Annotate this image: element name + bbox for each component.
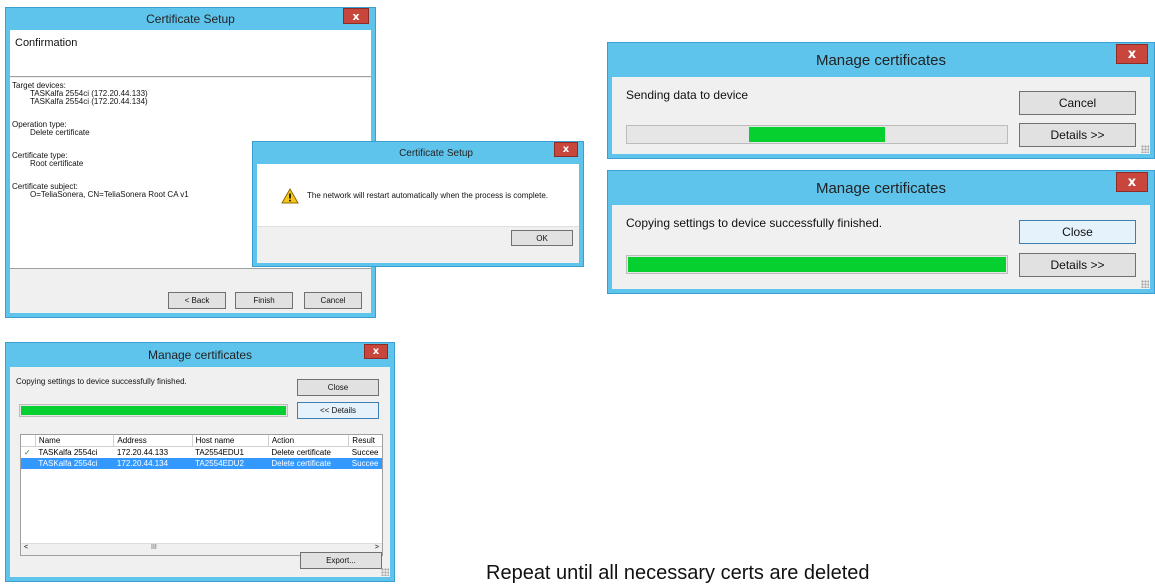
close-button-label: Close xyxy=(327,383,349,392)
cell-name: TASKalfa 2554ci xyxy=(35,458,114,469)
done-client: Copying settings to device successfully … xyxy=(612,205,1150,289)
alert-dialog: Certificate Setup x The network will res… xyxy=(252,141,584,267)
title-bar[interactable]: Certificate Setup xyxy=(6,8,375,30)
resize-grip-icon[interactable] xyxy=(381,568,389,576)
column-header-name[interactable]: Name xyxy=(35,435,115,447)
cell-host: TA2554EDU2 xyxy=(192,458,269,469)
close-icon: x xyxy=(1127,46,1137,62)
status-text: Sending data to device xyxy=(626,88,749,102)
results-list[interactable]: Name Address Host name Action Result ✓ T… xyxy=(20,434,383,556)
column-header-action[interactable]: Action xyxy=(268,435,350,447)
header-panel: Confirmation xyxy=(10,30,371,77)
check-icon xyxy=(21,458,36,469)
progress-bar-fill xyxy=(748,127,886,142)
details-button[interactable]: Details >> xyxy=(1019,253,1136,277)
details-button-label: Details >> xyxy=(1050,128,1105,142)
close-dialog-button[interactable]: Close xyxy=(1019,220,1136,244)
progress-bar xyxy=(19,404,288,417)
operation-type-value: Delete certificate xyxy=(30,128,90,137)
close-button[interactable]: x xyxy=(364,344,388,359)
manage-certificates-done-window: Manage certificates x Copying settings t… xyxy=(607,170,1155,294)
progress-bar xyxy=(626,125,1008,144)
cancel-button[interactable]: Cancel xyxy=(304,292,362,309)
table-row[interactable]: TASKalfa 2554ci 172.20.44.134 TA2554EDU2… xyxy=(21,458,382,469)
table-row[interactable]: ✓ TASKalfa 2554ci 172.20.44.133 TA2554ED… xyxy=(21,447,382,459)
results-table: Name Address Host name Action Result ✓ T… xyxy=(21,435,382,469)
close-button[interactable]: x xyxy=(343,8,369,24)
cell-name: TASKalfa 2554ci xyxy=(38,448,98,457)
instruction-caption: Repeat until all necessary certs are del… xyxy=(486,562,870,584)
resize-grip-icon[interactable] xyxy=(1141,280,1149,288)
manage-certificates-sending-window: Manage certificates x Sending data to de… xyxy=(607,42,1155,159)
window-title: Certificate Setup xyxy=(399,147,473,159)
ok-button-label: OK xyxy=(536,233,548,243)
progress-bar-fill xyxy=(628,257,1006,272)
cell-result: Succee xyxy=(351,448,379,457)
close-button[interactable]: x xyxy=(554,142,578,157)
close-icon: x xyxy=(562,144,570,155)
cell-address: 172.20.44.133 xyxy=(116,448,169,457)
alert-client: The network will restart automatically w… xyxy=(257,164,579,263)
details-toggle-button[interactable]: << Details xyxy=(297,402,379,419)
scroll-left-icon[interactable]: < xyxy=(24,544,28,551)
details-button-label: Details >> xyxy=(1050,258,1105,272)
window-title: Manage certificates xyxy=(815,51,947,69)
window-title: Manage certificates xyxy=(815,179,947,197)
scroll-right-icon[interactable]: > xyxy=(375,544,379,551)
alert-message: The network will restart automatically w… xyxy=(307,191,548,200)
close-button-label: Close xyxy=(1062,225,1093,239)
close-icon: x xyxy=(1127,174,1137,190)
column-header-result[interactable]: Result xyxy=(348,435,382,447)
status-text: Copying settings to device successfully … xyxy=(16,377,187,386)
title-bar[interactable]: Certificate Setup xyxy=(253,142,583,164)
progress-bar-fill xyxy=(21,406,286,415)
resize-grip-icon[interactable] xyxy=(1141,145,1149,153)
cell-host: TA2554EDU1 xyxy=(195,448,244,457)
export-button[interactable]: Export... xyxy=(300,552,382,569)
title-bar[interactable]: Manage certificates xyxy=(608,43,1154,77)
back-button[interactable]: < Back xyxy=(168,292,226,309)
column-header-host[interactable]: Host name xyxy=(192,435,269,447)
close-icon: x xyxy=(372,346,380,357)
close-icon: x xyxy=(352,9,360,23)
column-header-check[interactable] xyxy=(21,435,36,447)
check-icon: ✓ xyxy=(24,448,31,457)
back-button-label: < Back xyxy=(184,296,210,305)
close-button[interactable]: x xyxy=(1116,172,1148,192)
manage-certificates-details-window: Manage certificates x Copying settings t… xyxy=(5,342,395,582)
sending-client: Sending data to device Cancel Details >> xyxy=(612,77,1150,154)
scroll-thumb[interactable]: III xyxy=(151,544,157,551)
details-button[interactable]: Details >> xyxy=(1019,123,1136,147)
table-header-row: Name Address Host name Action Result xyxy=(21,435,382,447)
cancel-button-label: Cancel xyxy=(320,296,346,305)
target-device-item: TASKalfa 2554ci (172.20.44.134) xyxy=(30,97,148,106)
cell-action: Delete certificate xyxy=(271,448,331,457)
window-title: Certificate Setup xyxy=(146,12,235,26)
cancel-button[interactable]: Cancel xyxy=(1019,91,1136,115)
cell-action: Delete certificate xyxy=(268,458,349,469)
details-client: Copying settings to device successfully … xyxy=(10,367,390,577)
finish-button[interactable]: Finish xyxy=(235,292,293,309)
export-button-label: Export... xyxy=(326,556,356,565)
cell-address: 172.20.44.134 xyxy=(113,458,193,469)
progress-bar xyxy=(626,255,1008,274)
cancel-button-label: Cancel xyxy=(1058,96,1097,110)
ok-button[interactable]: OK xyxy=(511,230,573,246)
close-dialog-button[interactable]: Close xyxy=(297,379,379,396)
page-heading: Confirmation xyxy=(15,37,78,49)
title-bar[interactable]: Manage certificates xyxy=(608,171,1154,205)
close-button[interactable]: x xyxy=(1116,44,1148,64)
status-text: Copying settings to device successfully … xyxy=(626,216,883,230)
certificate-subject-value: O=TeliaSonera, CN=TeliaSonera Root CA v1 xyxy=(30,190,189,199)
certificate-type-value: Root certificate xyxy=(30,159,84,168)
warning-icon xyxy=(281,188,299,204)
column-header-address[interactable]: Address xyxy=(113,435,193,447)
title-bar[interactable]: Manage certificates xyxy=(6,343,394,367)
cell-result: Succee xyxy=(348,458,382,469)
window-title: Manage certificates xyxy=(147,348,253,362)
finish-button-label: Finish xyxy=(253,296,275,305)
details-button-label: << Details xyxy=(319,406,357,415)
